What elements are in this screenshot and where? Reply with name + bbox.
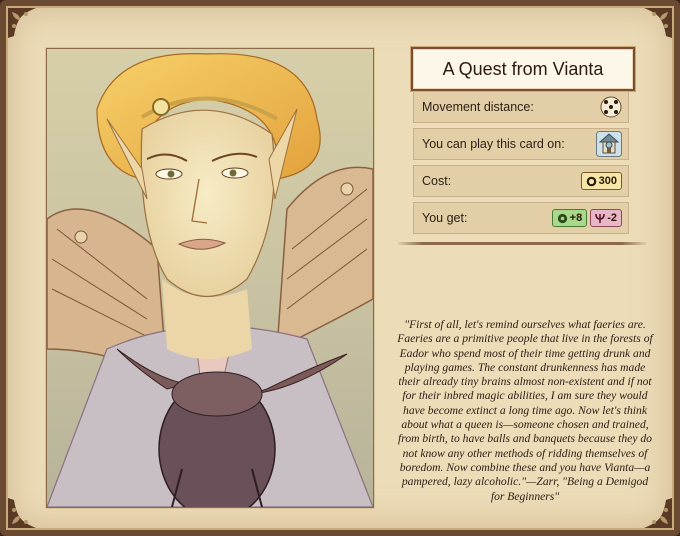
corner-ornament-icon [8,498,36,528]
reward-badge-gear: +8 [551,209,588,227]
card-stats-panel: Movement distance: You can play this car… [413,91,629,239]
flavor-quote: "First of all, let's remind ourselves wh… [397,318,653,503]
section-divider [398,242,646,245]
stat-row-movement: Movement distance: [413,91,629,123]
faerie-queen-portrait [47,49,373,507]
stat-row-cost: Cost: 300 [413,165,629,197]
reward-value: +8 [569,212,583,224]
cost-value: 300 [598,175,617,187]
gold-coin-icon [586,176,596,186]
minus-psi-icon [595,213,606,223]
corner-ornament-icon [8,8,36,38]
card-frame: A Quest from Vianta Movement distance: Y… [0,0,680,536]
corner-ornament-icon [644,8,672,38]
stat-row-playable-on: You can play this card on: [413,128,629,160]
stat-label: You get: [422,211,468,225]
plus-gear-icon [557,213,567,223]
stat-label: Movement distance: [422,100,534,114]
stat-label: You can play this card on: [422,137,565,151]
card-title: A Quest from Vianta [411,47,635,91]
cost-badge: 300 [580,172,622,190]
reward-badge-psi: -2 [590,209,622,227]
stat-label: Cost: [422,174,452,188]
dice-icon [600,96,622,118]
reward-value: -2 [607,212,617,224]
shrine-building-icon [596,131,622,157]
card-illustration [46,48,374,508]
stat-row-rewards: You get: +8 -2 [413,202,629,234]
